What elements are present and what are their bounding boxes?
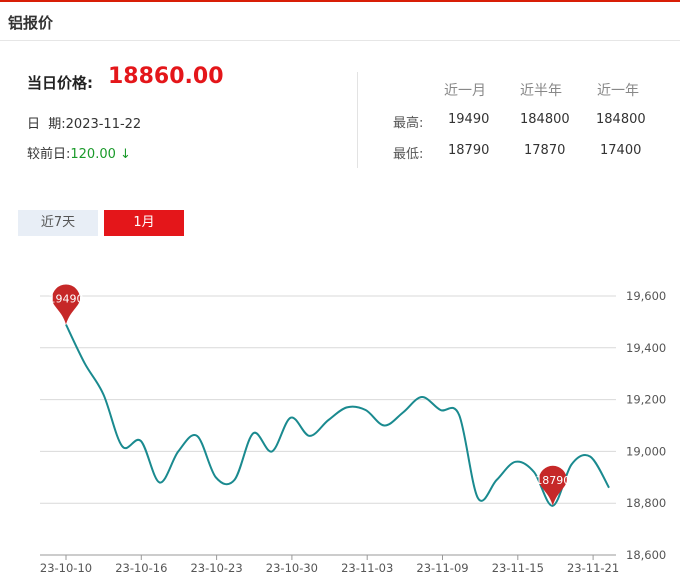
date-label: 日 期: xyxy=(27,117,66,132)
x-tick-label: 23-11-15 xyxy=(492,561,544,575)
y-tick-label: 19,600 xyxy=(626,289,666,303)
pin-marker-label: 19490 xyxy=(49,292,84,305)
x-tick-label: 23-11-21 xyxy=(567,561,619,575)
down-arrow-icon: ↓ xyxy=(120,147,131,162)
price-label: 当日价格: xyxy=(27,74,93,92)
panel-title: 铝报价 xyxy=(8,14,54,32)
stats-high-month: 19490 xyxy=(448,112,490,127)
pin-marker-label: 18790 xyxy=(535,474,570,487)
tab-1-month[interactable]: 1月 xyxy=(104,210,184,236)
stats-high-halfyear: 184800 xyxy=(520,112,570,127)
x-tick-label: 23-10-30 xyxy=(266,561,318,575)
stats-low-year: 17400 xyxy=(600,143,642,158)
y-tick-label: 19,200 xyxy=(626,393,666,407)
stats-high-year: 184800 xyxy=(596,112,646,127)
y-tick-label: 19,400 xyxy=(626,341,666,355)
stats-header-halfyear: 近半年 xyxy=(520,83,562,99)
price-line-chart: 19,600 19,400 19,200 19,000 18,800 18,600 23-1… xyxy=(40,284,666,575)
y-tick-label: 18,600 xyxy=(626,548,666,562)
price-value: 18860.00 xyxy=(108,64,224,89)
x-tick-label: 23-10-23 xyxy=(190,561,242,575)
stats-high-label: 最高: xyxy=(393,116,424,131)
stats-low-month: 18790 xyxy=(448,143,490,158)
y-tick-label: 19,000 xyxy=(626,444,666,458)
stats-header-year: 近一年 xyxy=(597,83,639,99)
stats-low-halfyear: 17870 xyxy=(524,143,566,158)
x-tick-label: 23-11-09 xyxy=(416,561,468,575)
tab-7-days[interactable]: 近7天 xyxy=(18,210,98,236)
stats-header-month: 近一月 xyxy=(444,83,486,99)
x-tick-label: 23-11-03 xyxy=(341,561,393,575)
title-divider xyxy=(0,40,680,41)
change-row: 较前日:120.00 ↓ xyxy=(27,143,131,162)
date-value: 2023-11-22 xyxy=(65,117,142,132)
stats-low-label: 最低: xyxy=(393,147,424,162)
series-line xyxy=(65,324,610,507)
change-label: 较前日: xyxy=(27,147,71,162)
x-tick-label: 23-10-16 xyxy=(115,561,167,575)
y-tick-label: 18,800 xyxy=(626,496,666,510)
summary-divider xyxy=(357,72,358,168)
top-accent-line xyxy=(0,0,680,2)
date-row: 日 期:2023-11-22 xyxy=(27,113,141,132)
x-tick-label: 23-10-10 xyxy=(40,561,92,575)
change-value: 120.00 xyxy=(70,147,116,162)
